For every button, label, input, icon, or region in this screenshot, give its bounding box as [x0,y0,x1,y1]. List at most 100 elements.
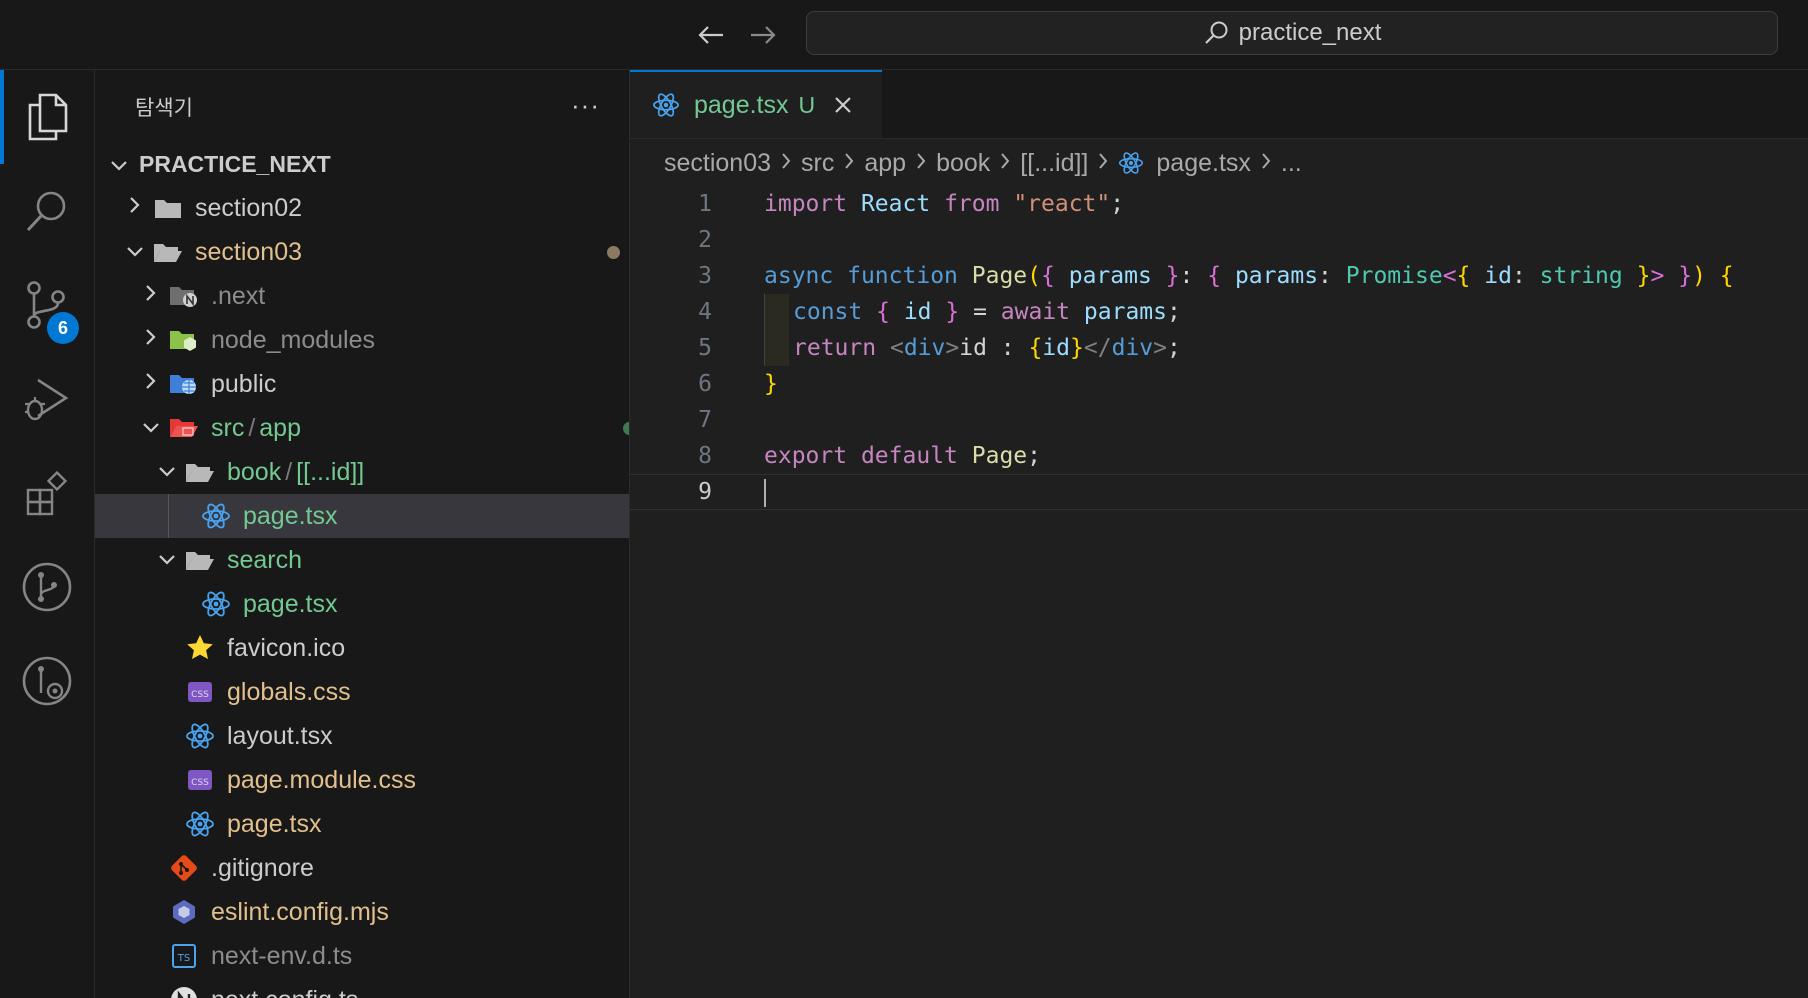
chevron-right-icon [916,150,926,176]
modified-dot [607,245,620,259]
tree-item-src-app[interactable]: src / app [95,406,629,450]
css-file-icon: CSS [185,677,215,707]
indent-guide [168,494,169,538]
tree-item-app-page-tsx[interactable]: page.tsx M [95,802,629,846]
editor-tab-bar: page.tsx U [630,70,1808,139]
svg-text:TS: TS [177,953,190,964]
search-view-button[interactable] [0,164,94,258]
code-line-2: 2 [630,222,1808,258]
search-icon [26,191,66,232]
tree-item-label: page.tsx [243,589,338,618]
tree-item-book-id[interactable]: book / [[...id]] [95,450,629,494]
code-text: const { id } = await params; [793,299,1181,325]
breadcrumb-item[interactable]: section03 [664,149,771,178]
tree-item-book-page-tsx[interactable]: page.tsx U [95,494,629,538]
untracked-dot [623,421,629,435]
tree-item-next-config[interactable]: next.config.ts [95,978,629,998]
breadcrumb-item[interactable]: src [801,149,834,178]
code-line-9: 9 [630,474,1808,510]
tree-item-label: page.tsx [227,809,322,838]
run-debug-button[interactable] [0,352,94,446]
git-graph-icon [22,562,72,612]
tree-item-eslint-config[interactable]: eslint.config.mjs M [95,890,629,934]
tree-item-favicon[interactable]: favicon.ico [95,626,629,670]
git-graph-button[interactable] [0,540,94,634]
breadcrumb-item[interactable]: page.tsx [1156,149,1251,178]
tree-item-label: src / app [211,413,301,442]
chevron-right-icon [139,372,163,396]
line-number: 1 [698,191,712,217]
src-folder-icon [169,413,199,443]
git-history-button[interactable] [0,634,94,728]
tree-item-label: page.module.css [227,765,417,794]
explorer-button[interactable] [0,70,94,164]
breadcrumb-item[interactable]: app [864,149,906,178]
forward-button[interactable] [746,18,780,52]
chevron-right-icon [1000,150,1010,176]
folder-icon [153,193,183,223]
tree-item-globals-css[interactable]: CSS globals.css M [95,670,629,714]
folder-open-icon [185,545,215,575]
close-tab-button[interactable] [833,95,853,115]
breadcrumb-item[interactable]: book [936,149,990,178]
run-debug-icon [25,378,69,421]
tree-item-label: public [211,369,277,398]
tree-item-label: book / [[...id]] [227,457,365,486]
code-text: return <div>id : {id}</div>; [793,335,1181,361]
code-text: export default Page; [764,443,1041,469]
tree-item-section02[interactable]: section02 [95,186,629,230]
react-file-icon [652,91,680,119]
text-cursor [764,479,766,507]
tree-item-next-env[interactable]: TS next-env.d.ts [95,934,629,978]
tree-item-label: section02 [195,193,303,222]
nextjs-file-icon [169,985,199,998]
tree-item-next-folder[interactable]: .next [95,274,629,318]
line-number: 4 [698,299,712,325]
chevron-right-icon [844,150,854,176]
breadcrumb-item[interactable]: [[...id]] [1020,149,1088,178]
tab-page-tsx[interactable]: page.tsx U [630,70,882,138]
code-line-7: 7 [630,402,1808,438]
chevron-right-icon [781,150,791,176]
code-editor[interactable]: 1 import React from "react"; 2 3 async f… [630,186,1808,998]
chevron-down-icon [123,241,147,264]
command-center-search[interactable]: practice_next [806,11,1778,55]
code-line-4: 4 const { id } = await params; [630,294,1808,330]
svg-text:CSS: CSS [191,778,209,788]
indent-guide [764,294,789,330]
extensions-button[interactable] [0,446,94,540]
tree-item-search[interactable]: search [95,538,629,582]
more-actions-button[interactable]: ··· [571,90,600,121]
explorer-sidebar: 탐색기 ··· PRACTICE_NEXT section02 section0… [95,70,630,998]
explorer-title: 탐색기 [135,97,193,120]
tree-item-label: favicon.ico [227,633,346,662]
react-file-icon [201,589,231,619]
workspace-root[interactable]: PRACTICE_NEXT [95,142,629,186]
line-number: 3 [698,263,712,289]
tree-item-gitignore[interactable]: .gitignore [95,846,629,890]
breadcrumb: section03 src app book [[...id]] page.ts… [664,144,1302,182]
tree-item-section03[interactable]: section03 [95,230,629,274]
chevron-right-icon [139,328,163,352]
close-icon [835,97,851,113]
code-text: } [764,371,778,397]
tree-item-node-modules[interactable]: node_modules [95,318,629,362]
chevron-down-icon [139,417,163,440]
tree-item-label: .gitignore [211,853,314,882]
extensions-icon [26,470,68,516]
node-folder-icon [169,325,199,355]
tree-item-search-page-tsx[interactable]: page.tsx U [95,582,629,626]
tab-git-status: U [798,91,816,118]
css-file-icon: CSS [185,765,215,795]
tree-item-public[interactable]: public [95,362,629,406]
line-number: 5 [698,335,712,361]
breadcrumb-item[interactable]: ... [1281,149,1302,178]
code-line-3: 3 async function Page({ params }: { para… [630,258,1808,294]
tree-item-layout-tsx[interactable]: layout.tsx [95,714,629,758]
file-tree: section02 section03 .next node_modules p… [95,186,629,998]
line-number: 6 [698,371,712,397]
back-button[interactable] [694,18,728,52]
tree-item-page-module-css[interactable]: CSS page.module.css M [95,758,629,802]
source-control-button[interactable]: 6 [0,258,94,352]
tree-item-label: layout.tsx [227,721,333,750]
